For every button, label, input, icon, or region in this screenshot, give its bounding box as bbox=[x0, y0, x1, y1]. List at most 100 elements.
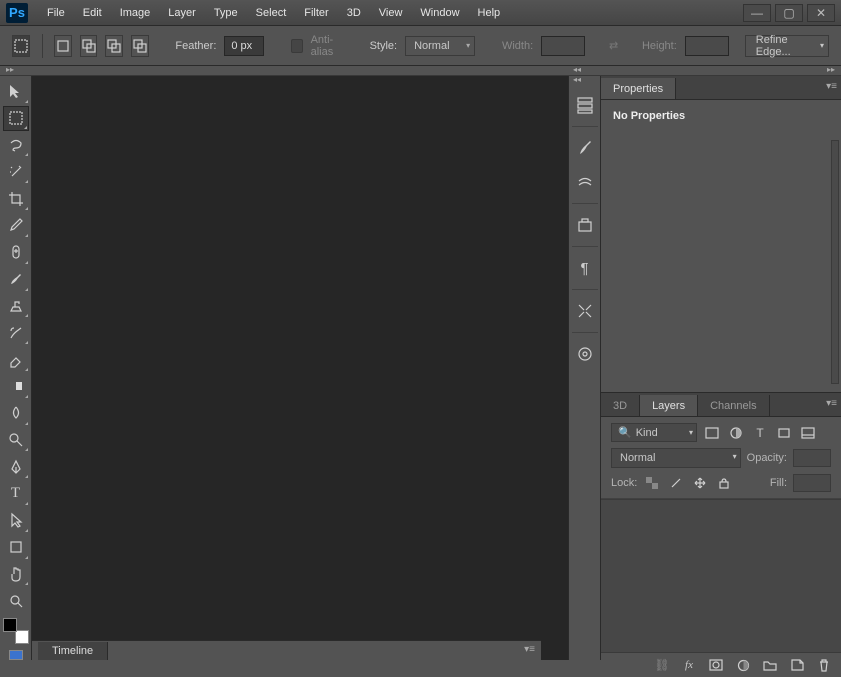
menu-layer[interactable]: Layer bbox=[159, 3, 205, 23]
clone-source-panel-icon[interactable] bbox=[572, 211, 598, 239]
close-button[interactable]: ✕ bbox=[807, 4, 835, 22]
menu-window[interactable]: Window bbox=[411, 3, 468, 23]
hand-tool[interactable] bbox=[3, 562, 29, 587]
main-area: T ◂◂ ¶ Properties ▾≡ bbox=[0, 76, 841, 660]
tab-channels[interactable]: Channels bbox=[698, 395, 769, 416]
background-swatch[interactable] bbox=[15, 630, 29, 644]
menu-edit[interactable]: Edit bbox=[74, 3, 111, 23]
layer-filter-kind[interactable]: 🔍 Kind bbox=[611, 423, 697, 442]
delete-layer-icon[interactable] bbox=[817, 659, 831, 672]
layers-footer: ⛓ fx bbox=[601, 653, 841, 677]
feather-label: Feather: bbox=[175, 40, 216, 52]
tab-3d[interactable]: 3D bbox=[601, 395, 640, 416]
adjustment-layer-icon[interactable] bbox=[736, 659, 750, 672]
panel-menu-icon[interactable]: ▾≡ bbox=[826, 81, 837, 92]
lock-position-icon[interactable] bbox=[691, 475, 709, 491]
menu-image[interactable]: Image bbox=[111, 3, 160, 23]
add-selection-icon[interactable] bbox=[80, 35, 98, 57]
options-bar: Feather: 0 px Anti-alias Style: Normal W… bbox=[0, 26, 841, 66]
color-swatches[interactable] bbox=[3, 618, 29, 644]
layer-fx-icon[interactable]: fx bbox=[682, 659, 696, 671]
filter-adjust-icon[interactable] bbox=[727, 425, 745, 441]
menu-view[interactable]: View bbox=[370, 3, 412, 23]
eraser-tool[interactable] bbox=[3, 347, 29, 372]
gradient-tool[interactable] bbox=[3, 374, 29, 399]
brush-presets-panel-icon[interactable] bbox=[572, 168, 598, 196]
subtract-selection-icon[interactable] bbox=[105, 35, 123, 57]
shape-tool[interactable] bbox=[3, 535, 29, 560]
menu-select[interactable]: Select bbox=[247, 3, 296, 23]
lock-transparency-icon[interactable] bbox=[643, 475, 661, 491]
menu-3d[interactable]: 3D bbox=[338, 3, 370, 23]
antialias-checkbox[interactable] bbox=[291, 39, 302, 53]
tool-panel: T bbox=[0, 76, 32, 660]
brush-panel-icon[interactable] bbox=[572, 134, 598, 162]
menu-help[interactable]: Help bbox=[469, 3, 510, 23]
history-brush-tool[interactable] bbox=[3, 320, 29, 345]
tab-timeline[interactable]: Timeline bbox=[38, 642, 108, 660]
width-input bbox=[541, 36, 585, 56]
panel-menu-icon[interactable]: ▾≡ bbox=[524, 644, 535, 655]
crop-tool[interactable] bbox=[3, 186, 29, 211]
new-selection-icon[interactable] bbox=[54, 35, 72, 57]
feather-input[interactable]: 0 px bbox=[224, 36, 264, 56]
brush-tool[interactable] bbox=[3, 267, 29, 292]
lock-all-icon[interactable] bbox=[715, 475, 733, 491]
history-panel-icon[interactable] bbox=[572, 91, 598, 119]
paragraph-panel-icon[interactable]: ¶ bbox=[572, 254, 598, 282]
menu-type[interactable]: Type bbox=[205, 3, 247, 23]
intersect-selection-icon[interactable] bbox=[131, 35, 149, 57]
filter-type-icon[interactable]: T bbox=[751, 425, 769, 441]
blur-tool[interactable] bbox=[3, 401, 29, 426]
style-dropdown[interactable]: Normal bbox=[405, 36, 475, 56]
expand-strip[interactable]: ▸▸ ◂◂ ▸▸ bbox=[0, 66, 841, 76]
document-canvas[interactable] bbox=[32, 76, 569, 660]
refine-edge-button[interactable]: Refine Edge... bbox=[745, 35, 829, 57]
foreground-swatch[interactable] bbox=[3, 618, 17, 632]
maximize-button[interactable]: ▢ bbox=[775, 4, 803, 22]
new-layer-icon[interactable] bbox=[790, 659, 804, 671]
filter-shape-icon[interactable] bbox=[775, 425, 793, 441]
link-layers-icon[interactable]: ⛓ bbox=[655, 658, 669, 672]
properties-body bbox=[601, 132, 841, 392]
healing-brush-tool[interactable] bbox=[3, 240, 29, 265]
clone-stamp-tool[interactable] bbox=[3, 294, 29, 319]
collapsed-panel-dock: ◂◂ ¶ bbox=[569, 76, 601, 660]
antialias-label: Anti-alias bbox=[311, 34, 346, 58]
zoom-tool[interactable] bbox=[3, 588, 29, 613]
lock-pixels-icon[interactable] bbox=[667, 475, 685, 491]
separator bbox=[42, 34, 43, 58]
opacity-label: Opacity: bbox=[747, 452, 787, 464]
tab-properties[interactable]: Properties bbox=[601, 78, 676, 99]
right-panel-dock: Properties ▾≡ No Properties 3D Layers Ch… bbox=[601, 76, 841, 660]
lasso-tool[interactable] bbox=[3, 133, 29, 158]
menu-filter[interactable]: Filter bbox=[295, 3, 337, 23]
magic-wand-tool[interactable] bbox=[3, 159, 29, 184]
swap-wh-icon[interactable]: ⇄ bbox=[609, 39, 618, 52]
type-tool[interactable]: T bbox=[3, 481, 29, 506]
quick-mask-toggle[interactable] bbox=[9, 650, 23, 660]
panel-menu-icon[interactable]: ▾≡ bbox=[826, 398, 837, 409]
libraries-panel-icon[interactable] bbox=[572, 340, 598, 368]
filter-pixel-icon[interactable] bbox=[703, 425, 721, 441]
opacity-input[interactable] bbox=[793, 449, 831, 467]
path-selection-tool[interactable] bbox=[3, 508, 29, 533]
fill-input[interactable] bbox=[793, 474, 831, 492]
eyedropper-tool[interactable] bbox=[3, 213, 29, 238]
move-tool[interactable] bbox=[3, 79, 29, 104]
app-logo: Ps bbox=[6, 3, 28, 23]
marquee-tool[interactable] bbox=[3, 106, 29, 131]
layer-mask-icon[interactable] bbox=[709, 659, 723, 671]
tools-panel-icon[interactable] bbox=[572, 297, 598, 325]
layer-group-icon[interactable] bbox=[763, 659, 777, 671]
minimize-button[interactable]: — bbox=[743, 4, 771, 22]
tool-preset-icon[interactable] bbox=[12, 35, 30, 57]
tab-layers[interactable]: Layers bbox=[640, 395, 698, 416]
menu-file[interactable]: File bbox=[38, 3, 74, 23]
blend-mode-dropdown[interactable]: Normal bbox=[611, 448, 741, 468]
filter-smart-icon[interactable] bbox=[799, 425, 817, 441]
properties-panel: Properties ▾≡ No Properties bbox=[601, 76, 841, 393]
layers-list[interactable] bbox=[601, 499, 841, 653]
pen-tool[interactable] bbox=[3, 454, 29, 479]
dodge-tool[interactable] bbox=[3, 428, 29, 453]
